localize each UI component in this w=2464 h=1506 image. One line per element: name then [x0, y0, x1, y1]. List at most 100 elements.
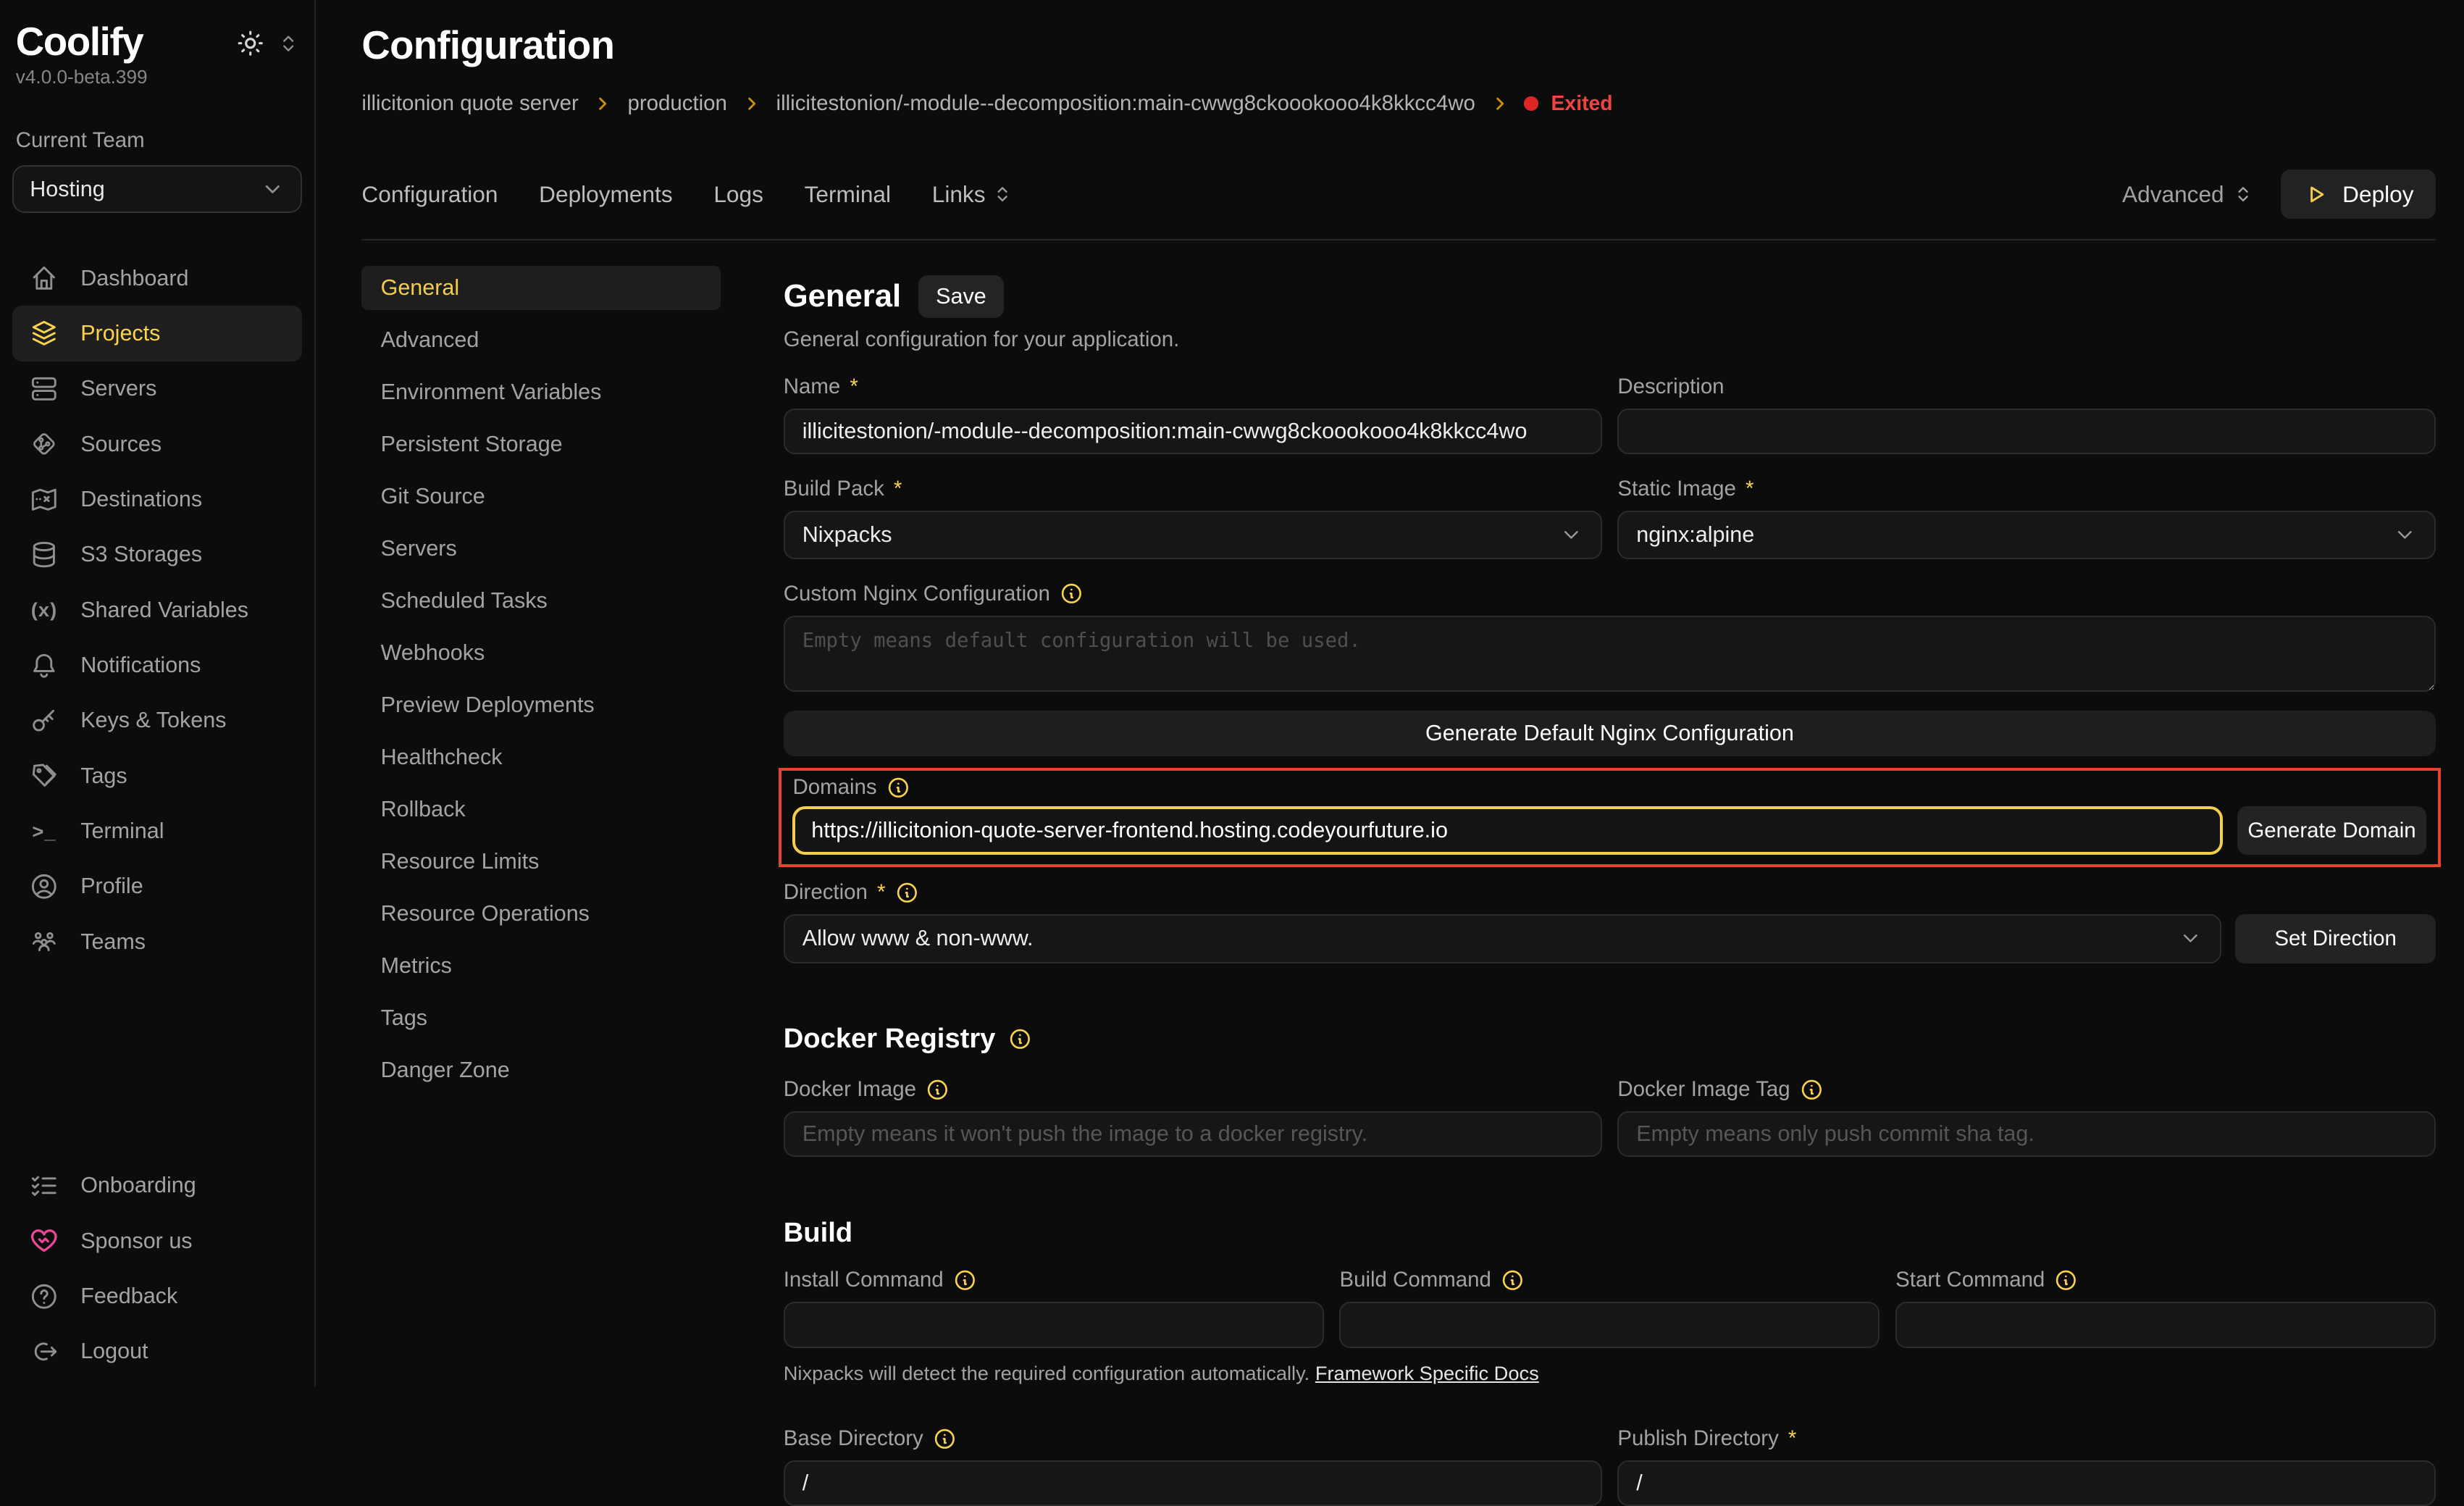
config-nav-rollback[interactable]: Rollback [361, 787, 720, 832]
advanced-dropdown[interactable]: Advanced [2122, 181, 2253, 208]
config-nav-resource-operations[interactable]: Resource Operations [361, 892, 720, 936]
nginx-config-textarea[interactable] [784, 616, 2436, 692]
docker-registry-heading: Docker Registry [784, 1023, 996, 1055]
nginx-config-field: Custom Nginx Configuration [784, 582, 2436, 698]
info-icon[interactable] [926, 1078, 950, 1102]
tab-links[interactable]: Links [932, 181, 1013, 208]
build-pack-select[interactable]: Nixpacks [784, 511, 1602, 560]
info-icon[interactable] [1501, 1268, 1525, 1292]
checklist-icon [28, 1170, 60, 1202]
deploy-button[interactable]: Deploy [2281, 170, 2436, 219]
install-command-input[interactable] [784, 1302, 1324, 1347]
sidebar-item-notifications[interactable]: Notifications [12, 637, 301, 693]
sidebar-item-onboarding[interactable]: Onboarding [12, 1158, 301, 1213]
build-pack-value: Nixpacks [803, 522, 892, 548]
sidebar-item-teams[interactable]: Teams [12, 914, 301, 969]
config-nav-scheduled-tasks[interactable]: Scheduled Tasks [361, 579, 720, 623]
current-team-label: Current Team [12, 128, 301, 153]
required-mark: * [877, 880, 885, 905]
sidebar-item-profile[interactable]: Profile [12, 859, 301, 914]
sidebar-item-sponsor-us[interactable]: Sponsor us [12, 1213, 301, 1268]
sidebar-item-terminal[interactable]: >_ Terminal [12, 803, 301, 858]
config-nav-git-source[interactable]: Git Source [361, 474, 720, 519]
sidebar-item-label: Feedback [80, 1284, 177, 1309]
config-nav-advanced[interactable]: Advanced [361, 318, 720, 362]
info-icon[interactable] [2054, 1268, 2078, 1292]
bell-icon [28, 650, 60, 682]
info-icon[interactable] [895, 881, 919, 905]
info-icon[interactable] [953, 1268, 977, 1292]
docker-image-input[interactable] [784, 1111, 1602, 1157]
tab-configuration[interactable]: Configuration [361, 181, 498, 208]
info-icon[interactable] [887, 776, 910, 800]
info-icon[interactable] [933, 1427, 957, 1451]
sidebar-item-s3-storages[interactable]: S3 Storages [12, 527, 301, 582]
tab-logs[interactable]: Logs [713, 181, 763, 208]
docker-image-tag-input[interactable] [1617, 1111, 2436, 1157]
tab-deployments[interactable]: Deployments [539, 181, 672, 208]
tab-terminal[interactable]: Terminal [805, 181, 891, 208]
direction-select[interactable]: Allow www & non-www. [784, 914, 2221, 963]
base-directory-input[interactable] [784, 1460, 1602, 1506]
docker-image-label: Docker Image [784, 1077, 916, 1102]
sidebar-item-servers[interactable]: Servers [12, 361, 301, 417]
sidebar-item-tags[interactable]: Tags [12, 748, 301, 803]
sidebar-item-feedback[interactable]: Feedback [12, 1268, 301, 1323]
description-input[interactable] [1617, 409, 2436, 454]
chevrons-updown-icon[interactable] [278, 33, 298, 54]
sidebar-item-shared-variables[interactable]: (x) Shared Variables [12, 582, 301, 637]
sidebar-item-label: Destinations [80, 487, 202, 512]
sidebar-item-label: Dashboard [80, 266, 188, 291]
server-icon [28, 373, 60, 405]
sidebar-item-logout[interactable]: Logout [12, 1324, 301, 1379]
sidebar-item-projects[interactable]: Projects [12, 306, 301, 361]
info-icon[interactable] [1008, 1027, 1032, 1051]
breadcrumb-environment[interactable]: production [627, 91, 726, 116]
toolbar-right: Advanced Deploy [2122, 170, 2436, 219]
config-nav-tags[interactable]: Tags [361, 996, 720, 1040]
sidebar-item-keys-tokens[interactable]: Keys & Tokens [12, 693, 301, 748]
config-nav-webhooks[interactable]: Webhooks [361, 631, 720, 675]
name-input[interactable] [784, 409, 1602, 454]
generate-nginx-button[interactable]: Generate Default Nginx Configuration [784, 711, 2436, 756]
generate-domain-button[interactable]: Generate Domain [2237, 806, 2427, 856]
users-icon [28, 926, 60, 958]
config-nav-environment-variables[interactable]: Environment Variables [361, 370, 720, 414]
content: General Advanced Environment Variables P… [316, 240, 2464, 1387]
sidebar-item-sources[interactable]: Sources [12, 417, 301, 472]
sidebar-item-label: Terminal [80, 819, 164, 844]
config-nav-preview-deployments[interactable]: Preview Deployments [361, 683, 720, 727]
database-icon [28, 539, 60, 571]
start-command-input[interactable] [1895, 1302, 2436, 1347]
section-subtitle: General configuration for your applicati… [784, 327, 2436, 352]
config-nav-persistent-storage[interactable]: Persistent Storage [361, 422, 720, 467]
config-nav-metrics[interactable]: Metrics [361, 944, 720, 988]
publish-directory-input[interactable] [1617, 1460, 2436, 1506]
team-select[interactable]: Hosting [12, 165, 301, 212]
domains-input[interactable] [792, 806, 2223, 856]
description-label: Description [1617, 375, 1724, 399]
install-command-field: Install Command [784, 1268, 1324, 1347]
sidebar-item-dashboard[interactable]: Dashboard [12, 251, 301, 306]
static-image-field: Static Image* nginx:alpine [1617, 477, 2436, 560]
sidebar-item-destinations[interactable]: Destinations [12, 472, 301, 527]
framework-docs-link[interactable]: Framework Specific Docs [1315, 1362, 1539, 1384]
publish-directory-field: Publish Directory * [1617, 1426, 2436, 1506]
config-nav-danger-zone[interactable]: Danger Zone [361, 1048, 720, 1092]
status-label: Exited [1551, 92, 1613, 116]
set-direction-button[interactable]: Set Direction [2235, 914, 2436, 963]
info-icon[interactable] [1800, 1078, 1824, 1102]
static-image-select[interactable]: nginx:alpine [1617, 511, 2436, 560]
config-nav-general[interactable]: General [361, 266, 720, 310]
breadcrumb-project[interactable]: illicitonion quote server [361, 91, 578, 116]
build-command-input[interactable] [1339, 1302, 1880, 1347]
sun-icon[interactable] [235, 28, 265, 58]
save-button[interactable]: Save [918, 275, 1004, 318]
config-nav-healthcheck[interactable]: Healthcheck [361, 735, 720, 779]
info-icon[interactable] [1060, 582, 1084, 606]
sidebar-item-label: Notifications [80, 653, 201, 678]
config-nav-resource-limits[interactable]: Resource Limits [361, 840, 720, 884]
config-nav-servers[interactable]: Servers [361, 527, 720, 571]
layers-icon [28, 318, 60, 350]
breadcrumb-application[interactable]: illicitestonion/-module--decomposition:m… [776, 91, 1475, 116]
